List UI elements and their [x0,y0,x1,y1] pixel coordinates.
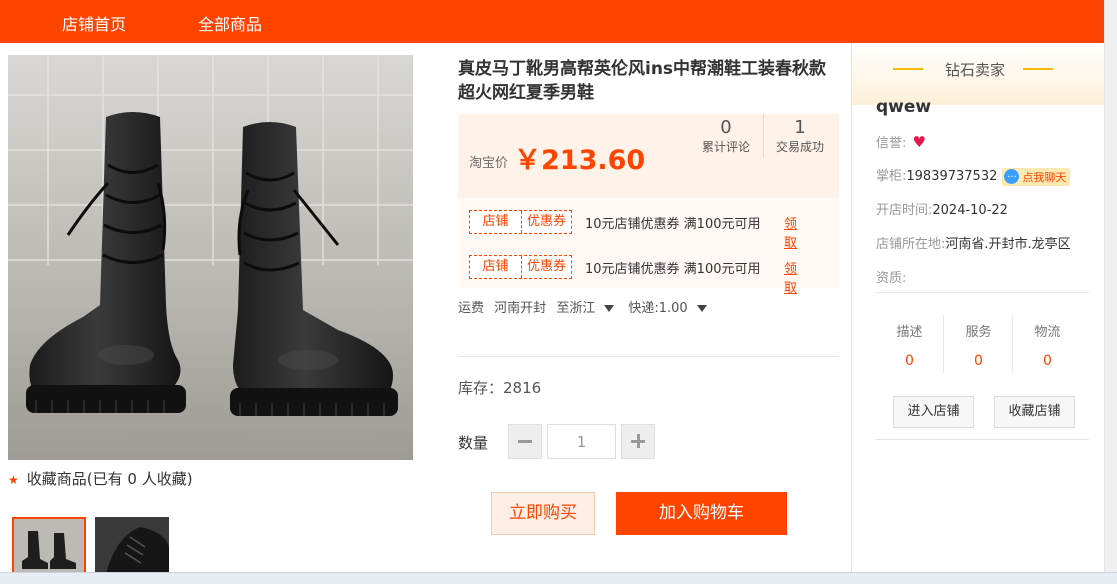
stat-divider [763,114,764,158]
enter-shop-button[interactable]: 进入店铺 [893,396,974,428]
location-label: 店铺所在地: [876,237,946,252]
open-label: 开店时间: [876,203,933,218]
coupon-list: 店铺 优惠券 10元店铺优惠券 满100元可用 领取 店铺 优惠券 10元店铺优… [458,198,839,296]
triangle-down-icon[interactable] [604,305,615,312]
score-value: 0 [1043,353,1052,369]
stock-text: 库存：2816 [458,379,542,397]
bottom-strip [0,572,1117,584]
nav-all-products[interactable]: 全部商品 [198,11,262,35]
deals-count: 1 [794,117,806,138]
shipping-from: 河南开封 [494,301,547,316]
coupon-tag-shop: 店铺 [470,256,522,278]
coupon-tag-type: 优惠券 [526,259,566,274]
coupon-desc: 10元店铺优惠券 满100元可用 [585,217,761,232]
quantity-decrease-button[interactable] [508,424,542,459]
thumbnail-boots-image [14,519,84,575]
coupon-claim-link[interactable]: 领取 [784,258,797,296]
thumbnail-2[interactable] [95,517,169,577]
quantity-input[interactable] [547,424,616,459]
reviews-stat: 0 累计评论 [696,118,756,155]
thumbnail-boot-detail-image [95,517,169,577]
header-decor-line [893,68,923,70]
seller-location-row: 店铺所在地:河南省.开封市.龙亭区 [876,233,1071,252]
triangle-down-icon[interactable] [696,305,707,312]
info-divider [458,356,839,357]
coupon-tag: 店铺 优惠券 [469,210,572,234]
score-value: 0 [905,353,914,369]
favorite-product-link[interactable]: ★ 收藏商品(已有 0 人收藏) [8,468,193,489]
qualification-label: 资质: [876,271,907,286]
add-to-cart-button[interactable]: 加入购物车 [616,492,787,535]
collect-shop-button[interactable]: 收藏店铺 [994,396,1075,428]
coupon-tag: 店铺 优惠券 [469,255,572,279]
nav-shop-home[interactable]: 店铺首页 [62,11,126,35]
seller-name: qwew [876,97,932,117]
coupon-desc: 10元店铺优惠券 满100元可用 [585,262,761,277]
quantity-label: 数量 [458,434,489,452]
seller-open-row: 开店时间:2024-10-22 [876,199,1008,218]
credit-label: 信誉: [876,136,907,151]
shipping-label: 运费 [458,301,485,316]
shipping-row: 运费 河南开封 至浙江 快递:1.00 [458,297,721,316]
shipping-express: 快递:1.00 [628,301,688,316]
vertical-scrollbar[interactable] [1104,0,1117,584]
open-value: 2024-10-22 [932,203,1008,218]
boots-illustration [8,55,413,460]
seller-qualification-row: 资质: [876,267,906,286]
coupon-tag-type: 优惠券 [526,214,566,229]
price-label: 淘宝价 [469,156,509,171]
seller-credit-row: 信誉: ♥ [876,132,926,151]
reviews-label: 累计评论 [701,140,750,154]
coupon-claim-link[interactable]: 领取 [784,213,797,251]
score-service: 服务 0 [944,321,1013,369]
star-icon: ★ [8,473,19,487]
top-nav-bar: 店铺首页 全部商品 [0,0,1104,43]
owner-label: 掌柜: [876,169,907,184]
score-label: 服务 [965,325,992,340]
reviews-count: 0 [720,117,732,138]
quantity-increase-button[interactable] [621,424,655,459]
seller-divider [875,439,1089,440]
favorite-text: 收藏商品(已有 0 人收藏) [26,470,193,488]
seller-divider [875,292,1089,293]
score-label: 描述 [896,325,923,340]
chat-label: 点我聊天 [1022,170,1067,184]
location-value: 河南省.开封市.龙亭区 [945,237,1071,252]
chat-bubble-icon[interactable]: 点我聊天 [1002,167,1071,186]
buy-now-button[interactable]: 立即购买 [491,492,595,535]
product-main-image [8,55,413,460]
owner-value: 19839737532 [906,169,998,184]
shipping-to: 至浙江 [556,301,596,316]
score-logistics: 物流 0 [1013,321,1082,369]
header-decor-line [1023,68,1053,70]
score-value: 0 [974,353,983,369]
score-label: 物流 [1034,325,1061,340]
deals-stat: 1 交易成功 [770,118,830,155]
seller-owner-row: 掌柜:19839737532 点我聊天 [876,165,1071,186]
heart-icon: ♥ [912,133,926,151]
price-box: 淘宝价 ￥213.60 0 累计评论 1 交易成功 [458,114,839,198]
score-description: 描述 0 [875,321,944,369]
thumbnail-1[interactable] [12,517,86,577]
coupon-tag-shop: 店铺 [470,211,522,233]
seller-panel: 钻石卖家 qwew 信誉: ♥ 掌柜:19839737532 点我聊天 开店时间:… [851,43,1105,584]
deals-label: 交易成功 [775,140,824,154]
product-title: 真皮马丁靴男高帮英伦风ins中帮潮鞋工装春秋款超火网红夏季男鞋 [458,59,827,103]
seller-header: 钻石卖家 [852,43,1105,105]
price-value: ￥213.60 [514,145,646,176]
seller-grade: 钻石卖家 [945,61,1006,79]
